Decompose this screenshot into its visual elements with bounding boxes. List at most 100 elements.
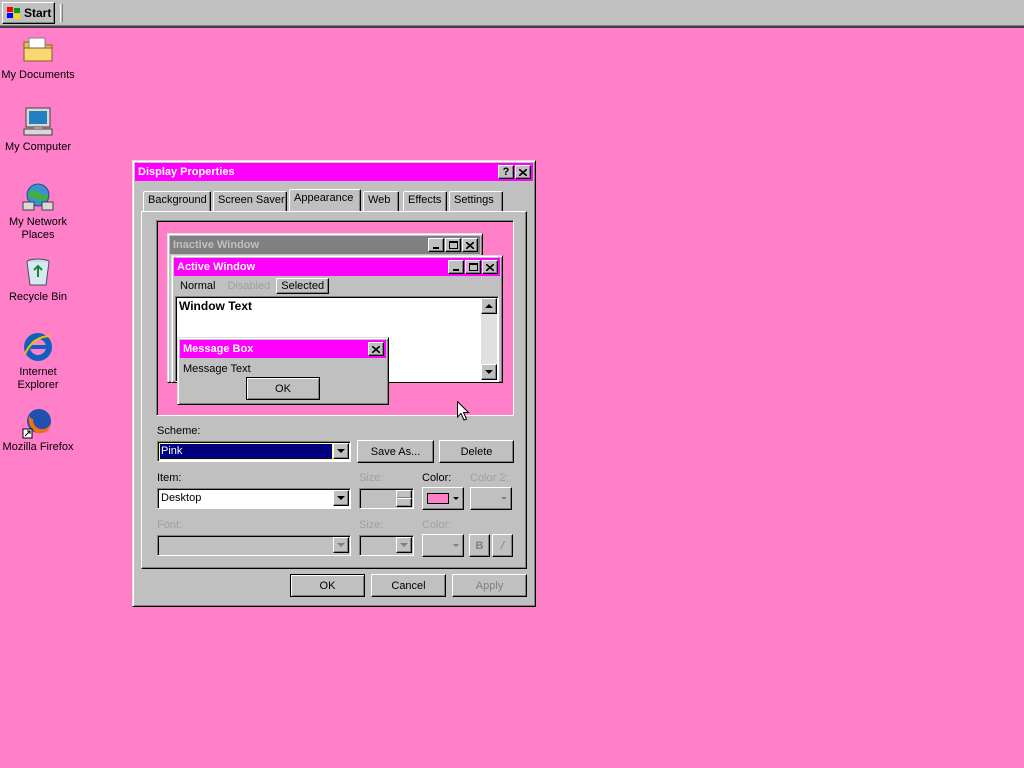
apply-button[interactable]: Apply [452, 574, 527, 597]
firefox-icon [21, 405, 55, 439]
tab-background[interactable]: Background [143, 191, 211, 211]
tab-screen-saver[interactable]: Screen Saver [213, 191, 287, 211]
menu-normal: Normal [180, 279, 216, 292]
item-label: Item: [157, 472, 182, 484]
preview-scrollbar [481, 298, 497, 380]
scroll-up-icon [481, 298, 497, 314]
active-title-bar: Active Window [174, 258, 500, 276]
ok-button[interactable]: OK [290, 574, 365, 597]
maximize-icon [465, 260, 481, 274]
preview-menu-bar: Normal Disabled Selected [174, 277, 330, 294]
maximize-icon [445, 238, 461, 252]
desktop-icon-my-computer[interactable]: My Computer [0, 105, 76, 154]
font-dropdown[interactable] [157, 535, 351, 556]
bold-button[interactable]: B [469, 534, 490, 557]
item-color-label: Color: [422, 472, 452, 484]
color-swatch [427, 493, 449, 504]
help-icon: ? [502, 165, 510, 178]
tab-label: Appearance [294, 192, 354, 204]
close-icon [368, 342, 384, 356]
item-value: Desktop [161, 492, 202, 504]
close-icon [482, 260, 498, 274]
item-size-spinner[interactable] [359, 488, 414, 509]
inactive-window-title: Inactive Window [173, 239, 260, 251]
item-dropdown[interactable]: Desktop [157, 488, 351, 509]
close-button[interactable] [515, 165, 531, 179]
close-icon [462, 238, 478, 252]
desktop-icon-mozilla-firefox[interactable]: Mozilla Firefox [0, 405, 76, 454]
internet-explorer-icon [21, 330, 55, 364]
item-color2-label: Color 2: [470, 472, 509, 484]
preview-ok-button: OK [246, 377, 320, 400]
font-color-picker[interactable] [422, 534, 464, 557]
font-color-label: Color: [422, 519, 452, 531]
desktop-icon-label: Internet Explorer [17, 366, 59, 391]
button-label: Delete [460, 445, 493, 458]
desktop-icon-my-network-places[interactable]: My Network Places [0, 180, 76, 242]
button-label: OK [275, 382, 291, 395]
desktop-icon-label: My Documents [1, 69, 75, 81]
desktop-icon-internet-explorer[interactable]: Internet Explorer [0, 330, 76, 392]
display-properties-dialog: Display Properties ? Background Screen S… [132, 160, 536, 607]
chevron-down-icon [453, 544, 459, 547]
inactive-title-bar: Inactive Window [170, 236, 480, 254]
desktop-icon-my-documents[interactable]: My Documents [0, 33, 76, 82]
tab-web[interactable]: Web [363, 191, 399, 211]
taskbar-grip [60, 4, 63, 22]
desktop-icon-label: My Network Places [8, 216, 68, 241]
font-label: Font: [157, 519, 183, 531]
desktop-icon-label: Recycle Bin [8, 291, 68, 303]
folder-documents-icon [21, 33, 55, 67]
scheme-label: Scheme: [157, 425, 201, 437]
tab-strip: Background Screen Saver Appearance Web E… [143, 189, 523, 213]
windows-logo-icon [6, 6, 21, 20]
tab-label: Web [368, 194, 391, 206]
cancel-button[interactable]: Cancel [371, 574, 446, 597]
menu-disabled: Disabled [227, 279, 271, 292]
button-label: / [500, 539, 505, 552]
mouse-pointer-icon [457, 401, 470, 421]
tab-effects[interactable]: Effects [403, 191, 447, 211]
message-box-title-bar: Message Box [180, 340, 386, 358]
chevron-down-icon[interactable] [333, 537, 349, 553]
font-size-dropdown[interactable] [359, 535, 414, 556]
tab-label: Effects [408, 194, 442, 206]
button-label: Cancel [391, 579, 426, 592]
desktop-icon-label: Mozilla Firefox [2, 441, 74, 453]
tab-settings[interactable]: Settings [449, 191, 503, 211]
dialog-title-bar: Display Properties ? [135, 163, 533, 181]
item-color-picker[interactable] [422, 487, 464, 510]
help-button[interactable]: ? [498, 165, 514, 179]
taskbar: Start [0, 0, 1024, 28]
item-color2-picker[interactable] [470, 487, 512, 510]
start-button[interactable]: Start [2, 2, 55, 24]
tab-appearance[interactable]: Appearance [289, 189, 361, 211]
chevron-down-icon[interactable] [333, 490, 349, 506]
scheme-dropdown[interactable]: Pink [157, 441, 351, 462]
recycle-bin-icon [21, 255, 55, 289]
start-label: Start [24, 6, 52, 20]
save-as-button[interactable]: Save As... [357, 440, 434, 463]
spin-down-icon[interactable] [396, 498, 412, 507]
chevron-down-icon [501, 497, 507, 500]
italic-button[interactable]: / [492, 534, 513, 557]
message-box-title: Message Box [183, 343, 254, 355]
appearance-panel: Inactive Window Active Window Normal Dis… [141, 211, 527, 569]
button-label: B [475, 539, 484, 552]
window-text: Window Text [179, 299, 252, 313]
message-text: Message Text [183, 363, 251, 375]
delete-button[interactable]: Delete [439, 440, 514, 463]
chevron-down-icon[interactable] [333, 443, 349, 459]
button-label: OK [319, 579, 336, 592]
minimize-icon [428, 238, 444, 252]
button-label: Save As... [370, 445, 421, 458]
desktop-icon-recycle-bin[interactable]: Recycle Bin [0, 255, 76, 304]
scheme-preview: Inactive Window Active Window Normal Dis… [156, 220, 514, 416]
menu-selected: Selected [276, 277, 330, 294]
chevron-down-icon[interactable] [396, 537, 412, 553]
font-size-label: Size: [359, 519, 384, 531]
tab-label: Screen Saver [218, 194, 285, 206]
tab-label: Settings [454, 194, 494, 206]
desktop-icon-label: My Computer [4, 141, 72, 153]
chevron-down-icon [453, 497, 459, 500]
